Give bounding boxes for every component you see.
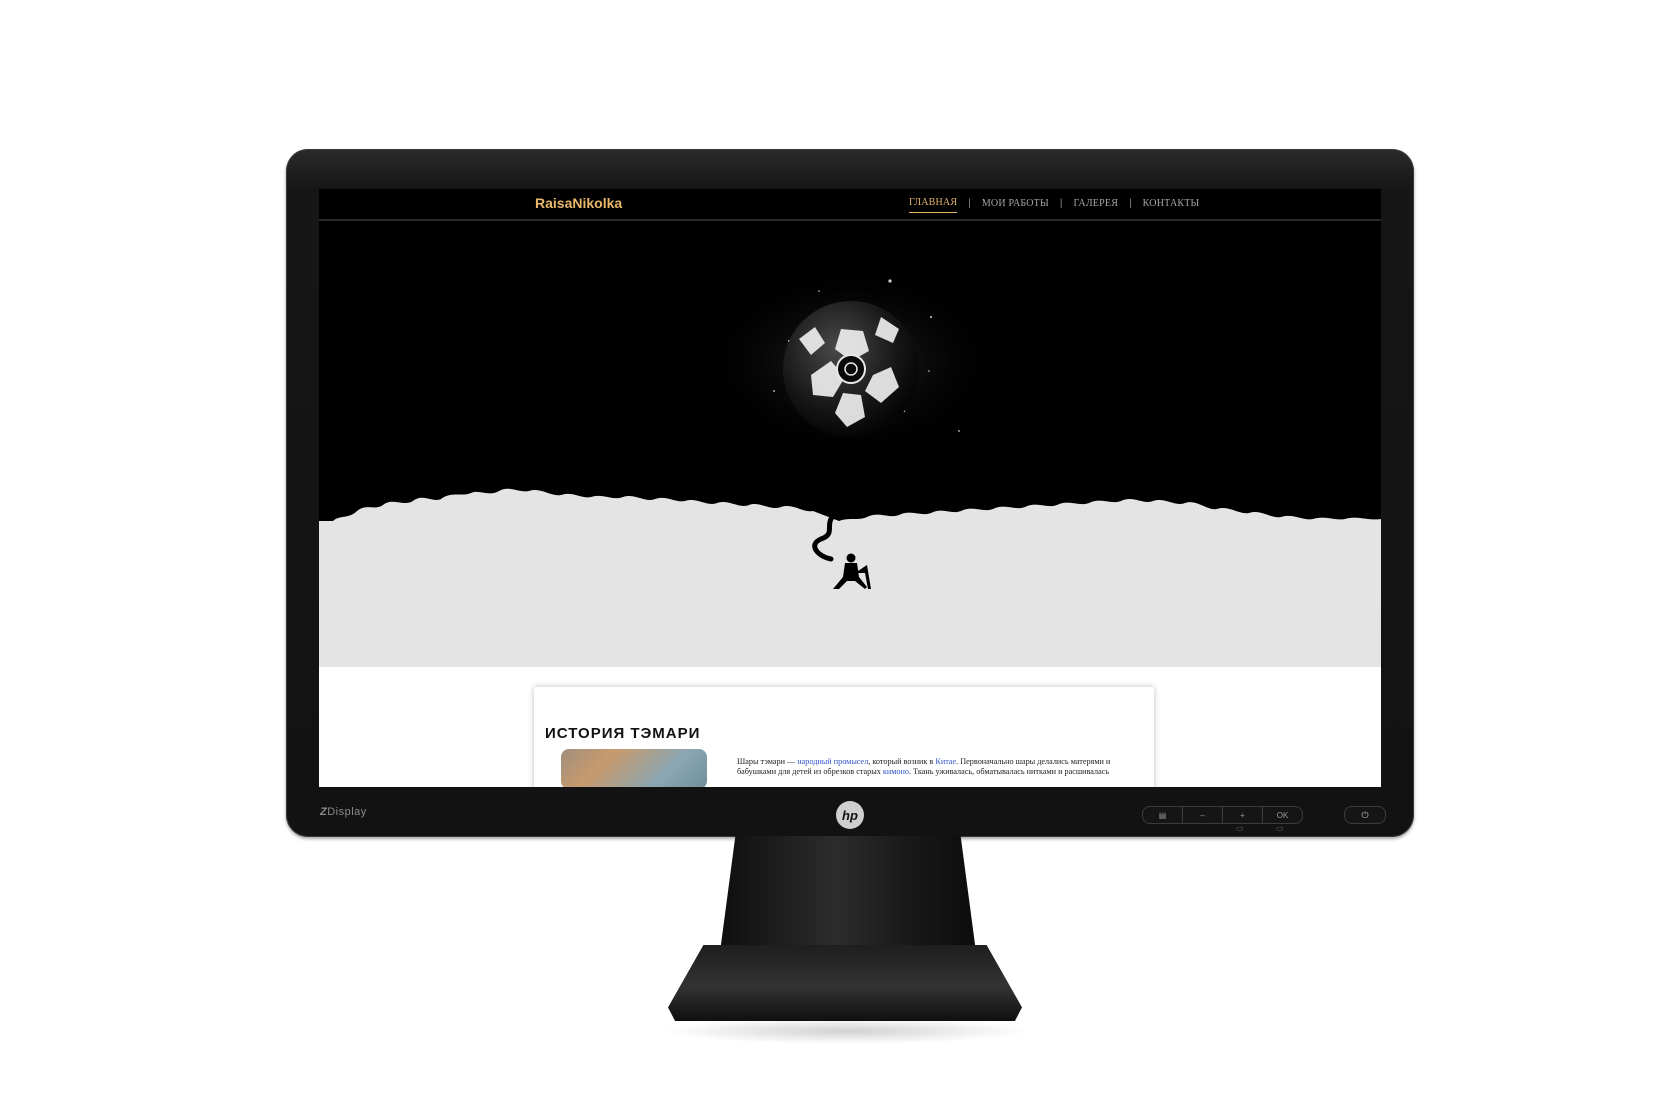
nav-item-home[interactable]: ГЛАВНАЯ: [909, 197, 958, 213]
nav-separator: |: [968, 197, 971, 209]
monitor-controls: ▤ – + OK: [1142, 806, 1303, 824]
nav-item-gallery[interactable]: ГАЛЕРЕЯ: [1074, 198, 1119, 213]
nav-item-works[interactable]: МОИ РАБОТЫ: [982, 198, 1049, 213]
article-title: ИСТОРИЯ ТЭМАРИ: [545, 725, 701, 742]
hero-illustration: [319, 221, 1381, 667]
text-span: . Ткань уживалась, обматывалась нитками …: [909, 766, 1110, 776]
hp-logo-icon: hp: [836, 801, 864, 829]
text-span: Шары тэмари —: [737, 757, 798, 766]
input-source-icon: ▭: [1236, 824, 1244, 833]
text-span: , который возник в: [868, 757, 936, 766]
monitor-stand-base: [668, 945, 1022, 1021]
site-navbar: RaisaNikolka ГЛАВНАЯ | МОИ РАБОТЫ | ГАЛЕ…: [319, 189, 1381, 221]
article-card: ИСТОРИЯ ТЭМАРИ Шары тэмари — народный пр…: [534, 687, 1154, 787]
site-logo[interactable]: RaisaNikolka: [535, 195, 622, 211]
main-menu: ГЛАВНАЯ | МОИ РАБОТЫ | ГАЛЕРЕЯ | КОНТАКТ…: [909, 197, 1199, 213]
content-section: ИСТОРИЯ ТЭМАРИ Шары тэмари — народный пр…: [319, 667, 1381, 787]
stand-shadow: [660, 1018, 1032, 1044]
display-icon: ▭: [1276, 824, 1284, 833]
power-button[interactable]: ⏻: [1344, 806, 1386, 824]
article-thumbnail[interactable]: [561, 749, 707, 787]
monitor-screen: RaisaNikolka ГЛАВНАЯ | МОИ РАБОТЫ | ГАЛЕ…: [319, 189, 1381, 787]
ok-button[interactable]: OK: [1263, 807, 1302, 823]
link-kimono[interactable]: кимоно: [883, 767, 909, 776]
hero-svg: [319, 266, 1381, 667]
minus-button[interactable]: –: [1183, 807, 1223, 823]
link-china[interactable]: Китае: [935, 757, 956, 766]
temari-ball: [783, 301, 919, 437]
link-folk-craft[interactable]: народный промысел: [797, 757, 868, 766]
plus-button[interactable]: +: [1223, 807, 1263, 823]
monitor-stand-neck: [720, 836, 976, 952]
menu-button[interactable]: ▤: [1143, 807, 1183, 823]
nav-item-contacts[interactable]: КОНТАКТЫ: [1143, 198, 1200, 213]
bezel-brand: ZDisplay: [320, 806, 367, 818]
nav-separator: |: [1059, 197, 1063, 209]
article-paragraph: Шары тэмари — народный промысел, который…: [737, 757, 1112, 776]
nav-separator: |: [1129, 197, 1132, 209]
